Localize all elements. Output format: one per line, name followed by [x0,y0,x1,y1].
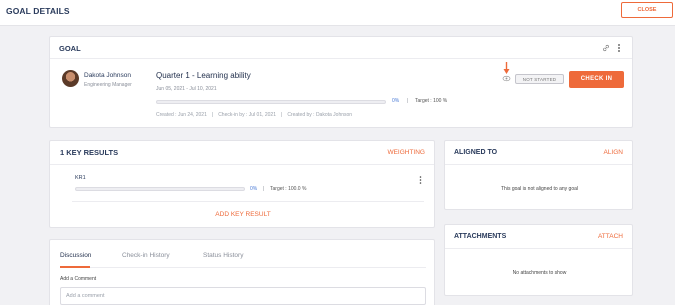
goal-card: GOAL Dakota Johnson Engineering Manager … [49,36,633,128]
goal-dates: Jun 05, 2021 - Jul 10, 2021 [156,86,217,92]
goal-target: Target : 100 % [415,98,448,104]
arrow-down-icon [503,62,510,74]
goal-progress-bar [156,100,386,104]
attachments-header: ATTACHMENTS ATTACH [445,225,632,249]
goal-card-header: GOAL [50,37,632,59]
add-key-result-label[interactable]: ADD KEY RESULT [215,211,270,218]
status-badge[interactable]: NOT STARTED [515,74,564,84]
key-results-header: 1 KEY RESULTS WEIGHTING [50,141,434,165]
separator: | [407,98,409,104]
attach-button[interactable]: ATTACH [598,233,623,240]
attachments-card: ATTACHMENTS ATTACH No attachments to sho… [444,224,633,296]
tab-discussion[interactable]: Discussion [60,252,91,259]
key-result-target: Target : 100.0 % [270,186,307,192]
close-button[interactable]: CLOSE [621,2,673,18]
add-key-result-button: ADD KEY RESULT [50,211,436,218]
check-in-button[interactable]: CHECK IN [569,71,624,88]
owner-name[interactable]: Dakota Johnson [84,72,131,79]
tab-check-in-history[interactable]: Check-in History [122,252,170,259]
separator: | [211,112,214,118]
aligned-to-title: ALIGNED TO [454,149,498,156]
discussion-tabs: Discussion Check-in History Status Histo… [60,252,426,268]
page-title: GOAL DETAILS [6,6,70,16]
separator: | [281,112,283,118]
goal-meta: Created : Jun 24, 2021 | Check-in by : Jul… [156,112,352,118]
attachments-empty-message: No attachments to show [512,270,567,276]
tab-status-history[interactable]: Status History [203,252,243,259]
avatar [62,70,79,87]
key-result-progress-bar [75,187,245,191]
goal-created-by: Created by : Dakota Johnson [287,112,353,118]
attachments-title: ATTACHMENTS [454,233,507,240]
key-results-title: 1 KEY RESULTS [60,148,119,157]
goal-progress-percent: 0% [392,98,400,104]
add-comment-label: Add a Comment [60,276,97,282]
aligned-empty-message: This goal is not aligned to any goal [501,186,578,192]
discussion-card: Discussion Check-in History Status Histo… [49,239,435,305]
eye-icon[interactable] [502,75,511,82]
active-tab-indicator [60,266,90,268]
goal-checkin-by: Check-in by : Jul 01, 2021 [218,112,276,118]
top-bar: GOAL DETAILS CLOSE [0,0,675,26]
goal-created: Created : Jun 24, 2021 [156,112,207,118]
goal-name: Quarter 1 - Learning ability [156,71,251,80]
weighting-button[interactable]: WEIGHTING [387,149,425,156]
divider [72,201,424,202]
separator: | [263,186,265,192]
more-options-icon[interactable] [617,43,621,53]
more-options-icon[interactable] [419,176,422,184]
key-results-card: 1 KEY RESULTS WEIGHTING KR1 0% | Target … [49,140,435,228]
key-result-progress-percent: 0% [250,186,258,192]
key-result-name[interactable]: KR1 [75,175,86,181]
goal-section-title: GOAL [59,44,81,53]
owner-role: Engineering Manager [84,82,132,88]
aligned-to-header: ALIGNED TO ALIGN [445,141,632,165]
comment-input[interactable]: Add a comment [60,287,426,305]
link-icon[interactable] [602,44,610,52]
align-button[interactable]: ALIGN [603,149,623,156]
aligned-to-card: ALIGNED TO ALIGN This goal is not aligne… [444,140,633,210]
